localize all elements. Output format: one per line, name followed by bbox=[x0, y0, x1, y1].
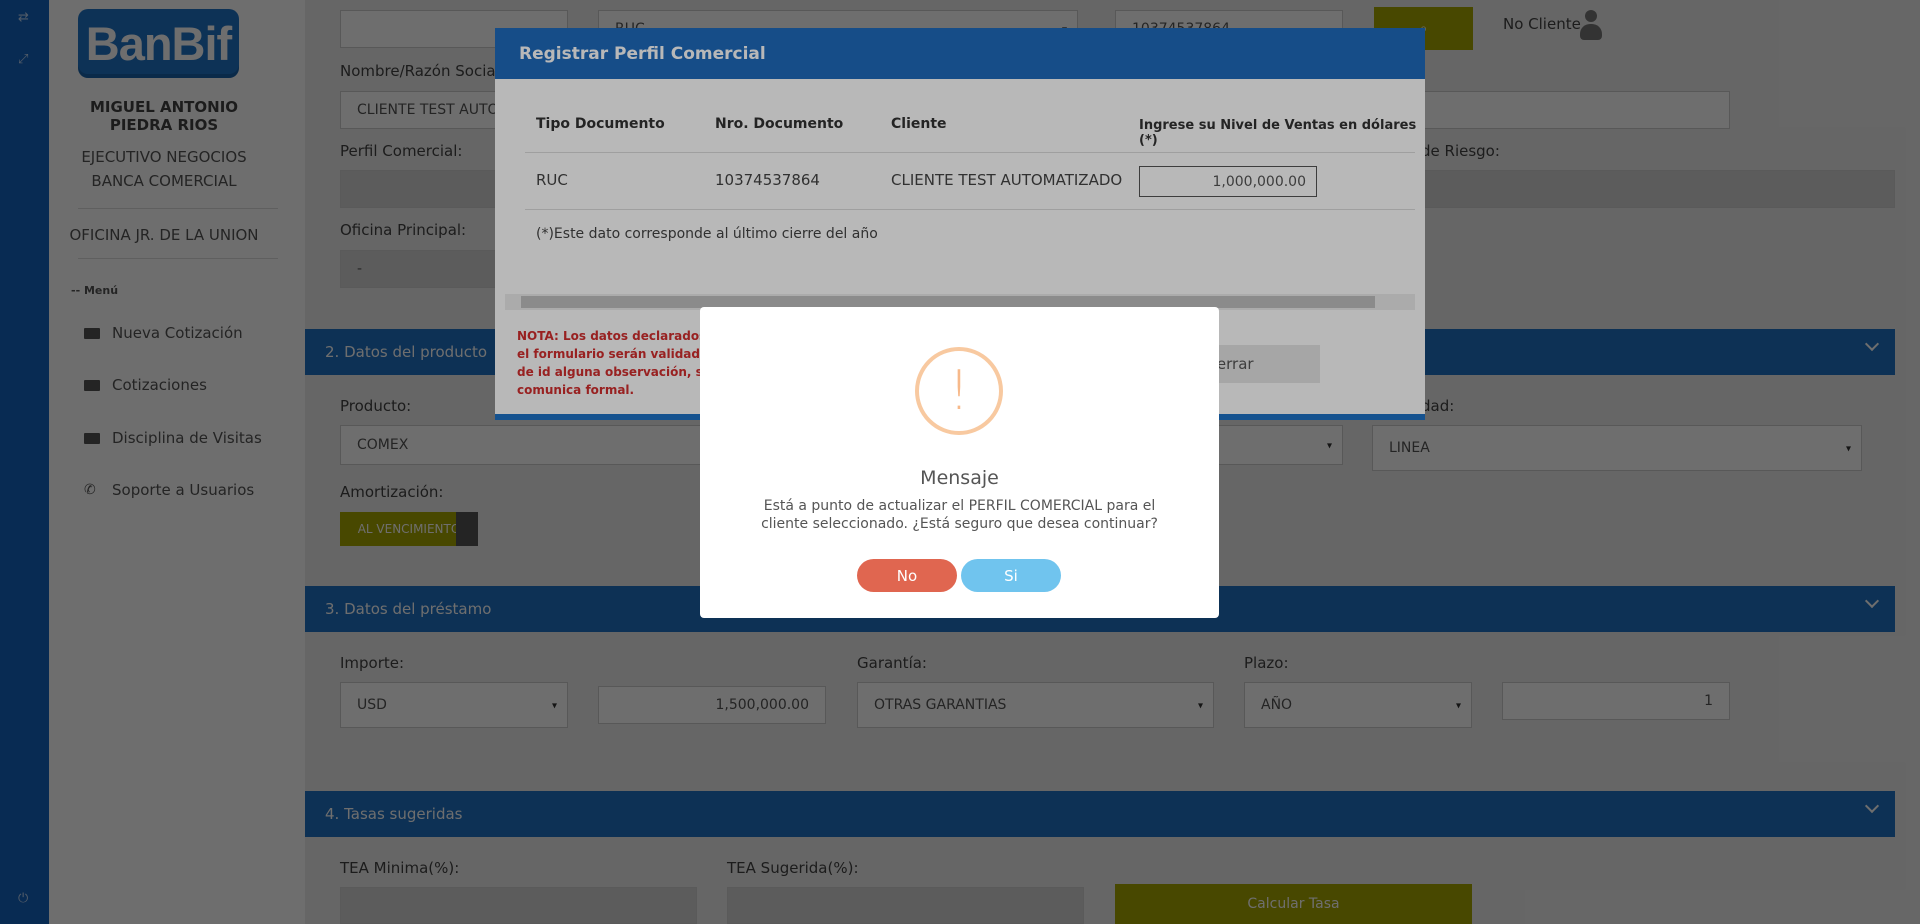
si-button[interactable]: Si bbox=[961, 559, 1061, 592]
dialog-message: Está a punto de actualizar el PERFIL COM… bbox=[761, 498, 1158, 532]
no-button[interactable]: No bbox=[857, 559, 957, 592]
warning-icon: ! bbox=[915, 347, 1003, 435]
dialog-title: Mensaje bbox=[920, 467, 999, 489]
confirm-dialog: ! Mensaje Está a punto de actualizar el … bbox=[700, 307, 1219, 618]
